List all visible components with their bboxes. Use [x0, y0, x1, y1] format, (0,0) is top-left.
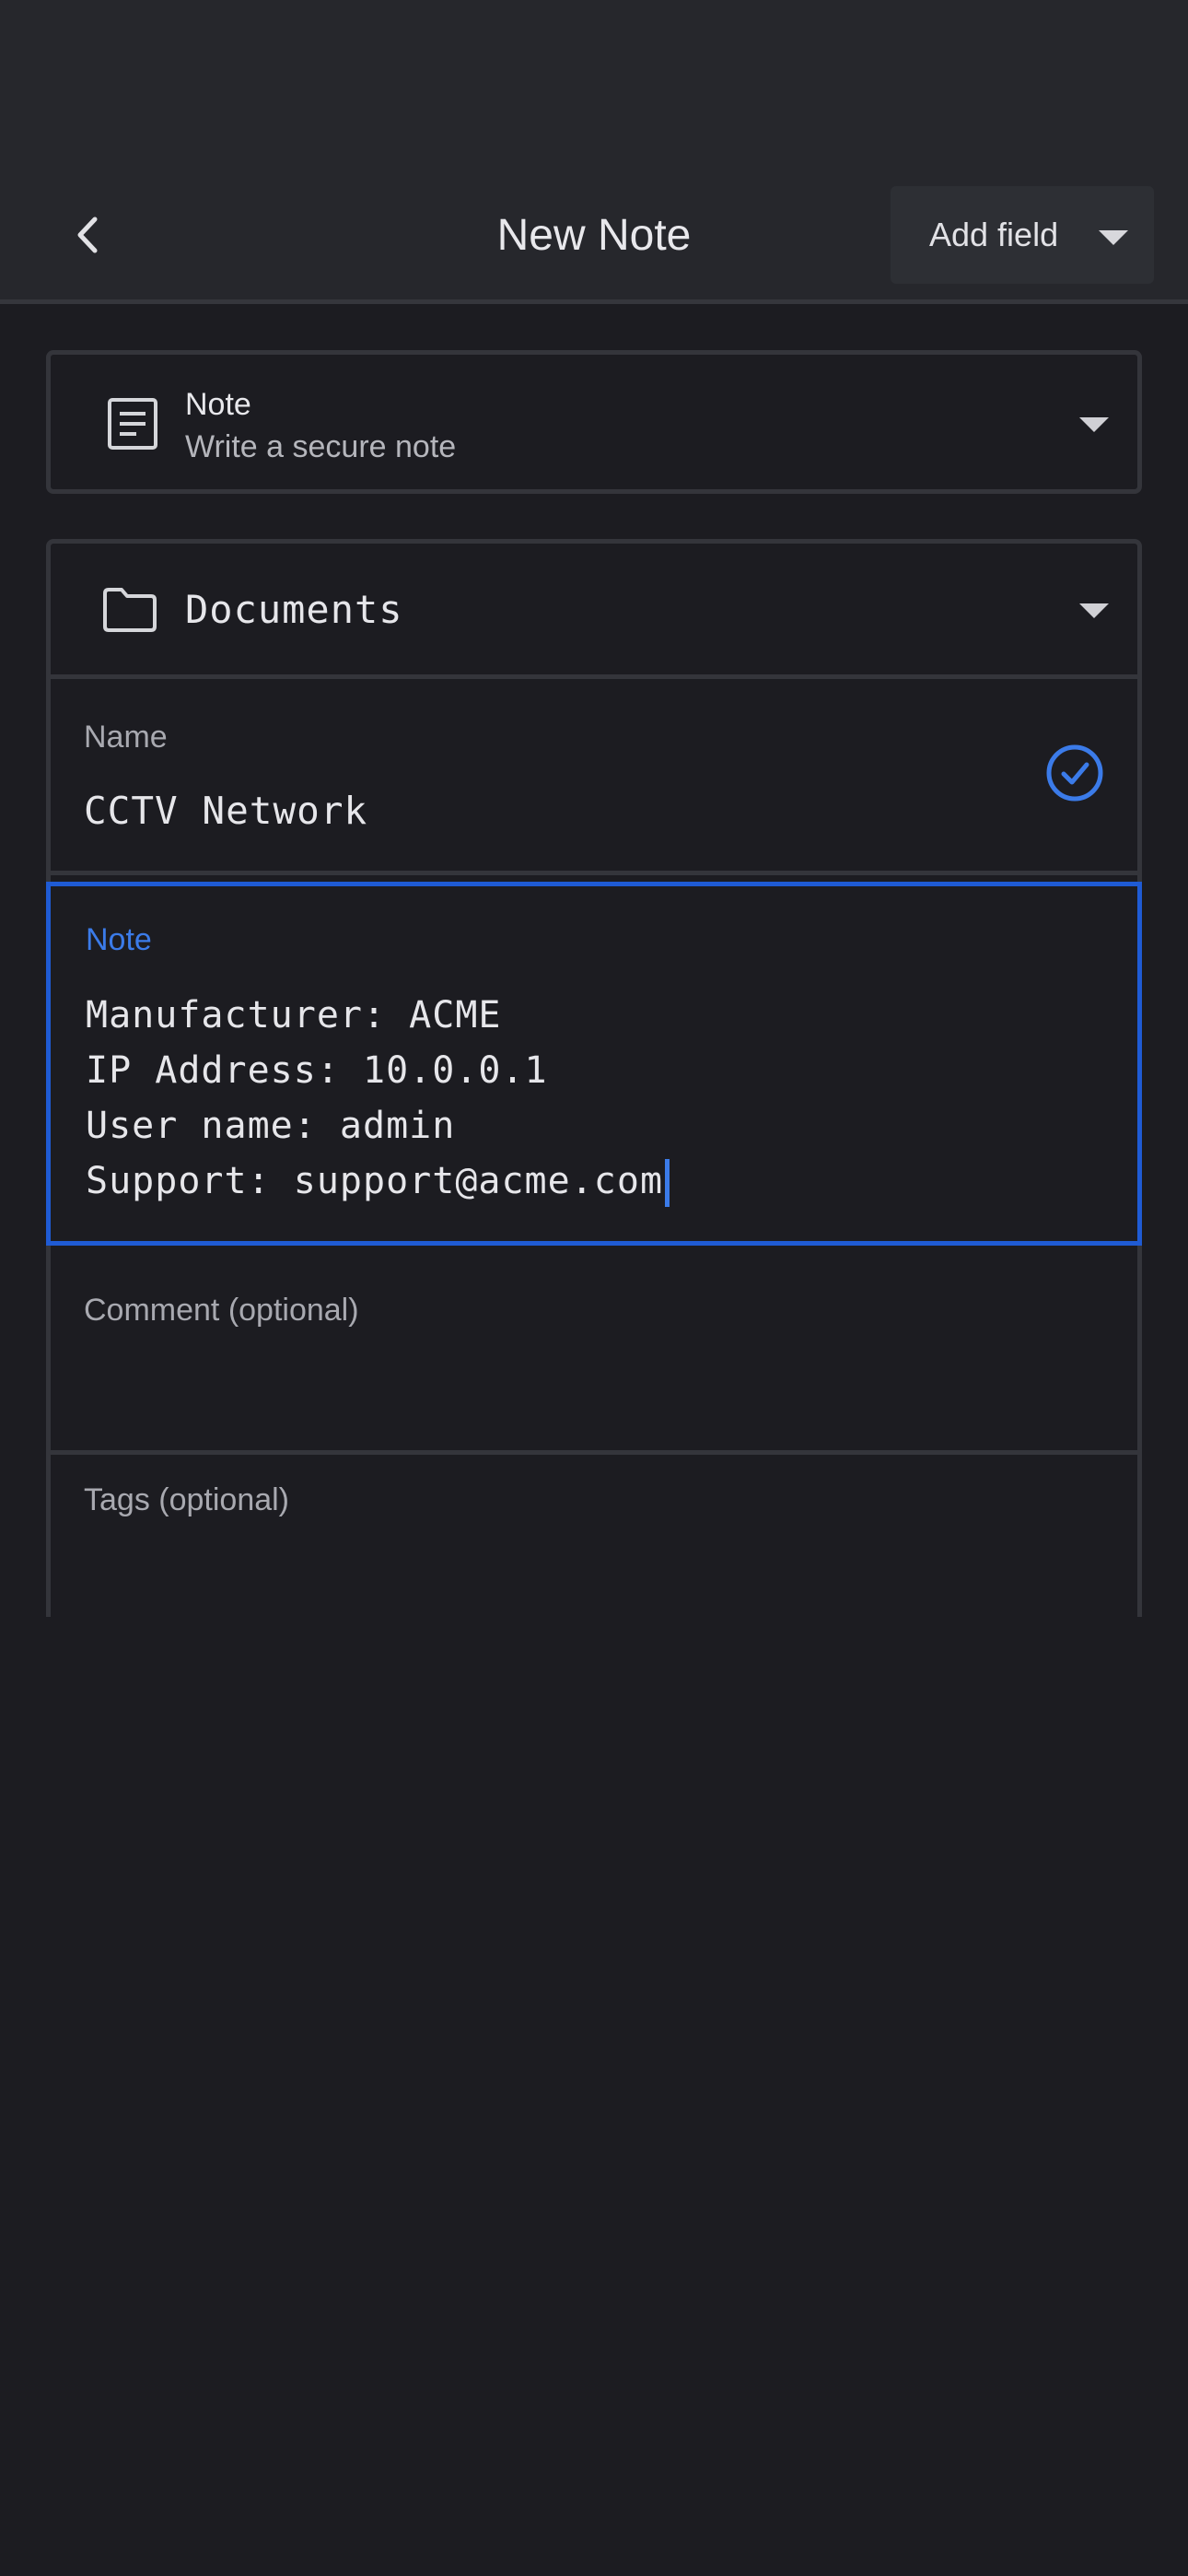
chevron-down-icon: [1079, 603, 1109, 618]
note-line: IP Address: 10.0.0.1: [86, 1049, 548, 1092]
tags-field[interactable]: Tags (optional): [51, 1459, 1137, 1622]
note-field-label: Note: [86, 922, 152, 957]
back-button[interactable]: [55, 203, 120, 267]
chevron-down-icon: [1079, 417, 1109, 432]
name-field-label: Name: [84, 720, 168, 755]
note-line-last: Support: support@acme.com: [86, 1153, 670, 1209]
folder-selector[interactable]: Documents: [51, 544, 1137, 679]
comment-field-label: Comment (optional): [84, 1293, 359, 1328]
add-field-button[interactable]: Add field: [891, 186, 1154, 284]
item-type-subtitle: Write a secure note: [185, 429, 457, 464]
folder-label: Documents: [185, 587, 403, 632]
note-line: Manufacturer: ACME: [86, 994, 502, 1036]
tags-field-label: Tags (optional): [84, 1482, 290, 1517]
note-line: User name: admin: [86, 1105, 456, 1147]
check-circle-icon: [1046, 744, 1103, 802]
chevron-down-icon: [1099, 230, 1128, 245]
note-text-area[interactable]: Manufacturer: ACME IP Address: 10.0.0.1 …: [86, 988, 670, 1209]
add-field-label: Add field: [929, 216, 1059, 253]
name-field[interactable]: Name CCTV Network: [51, 679, 1137, 875]
text-cursor: [665, 1159, 670, 1207]
name-field-value: CCTV Network: [84, 789, 368, 833]
note-field[interactable]: Note Manufacturer: ACME IP Address: 10.0…: [46, 882, 1142, 1246]
item-type-title: Note: [185, 387, 251, 422]
item-type-selector[interactable]: Note Write a secure note: [46, 350, 1142, 494]
document-lines-icon: [108, 398, 157, 450]
comment-field[interactable]: Comment (optional): [51, 1255, 1137, 1455]
status-bar-area: [0, 0, 1188, 175]
folder-icon: [103, 588, 157, 632]
chevron-left-icon: [77, 217, 98, 253]
note-line-text: Support: support@acme.com: [86, 1160, 664, 1202]
